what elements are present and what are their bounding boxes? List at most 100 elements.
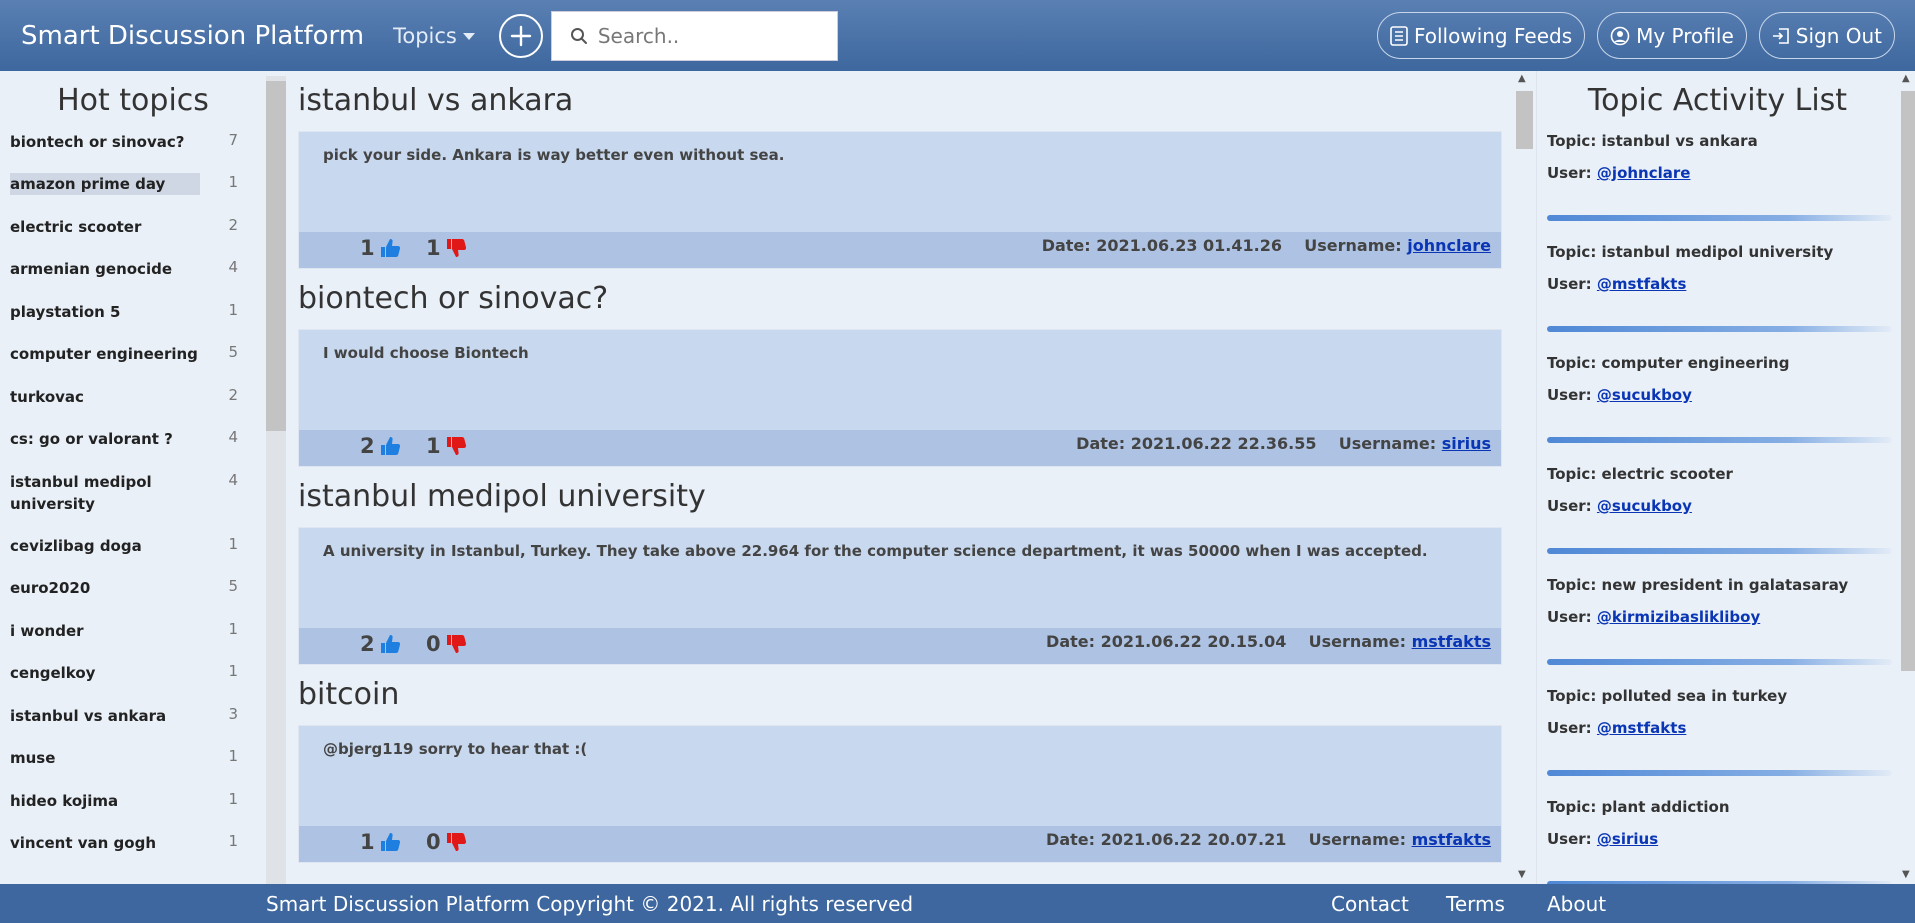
like-count: 1 — [360, 830, 375, 854]
activity-topic[interactable]: Topic: new president in galatasaray — [1547, 576, 1848, 594]
activity-user-link[interactable]: @sucukboy — [1597, 497, 1692, 515]
hot-topic-item[interactable]: playstation 5 1 — [10, 301, 238, 323]
hot-topic-item[interactable]: hideo kojima 1 — [10, 790, 238, 812]
hot-topic-count: 1 — [228, 747, 238, 765]
header-actions: Following Feeds My Profile Sign Out — [1376, 12, 1895, 59]
search-input[interactable] — [597, 23, 818, 48]
feed-scrollbar[interactable]: ▲ ▼ — [1513, 71, 1535, 884]
activity-topic[interactable]: Topic: istanbul vs ankara — [1547, 132, 1758, 150]
scroll-up-icon[interactable]: ▲ — [1902, 73, 1910, 84]
scrollbar-thumb[interactable] — [1901, 91, 1915, 671]
hot-topic-name: cevizlibag doga — [10, 537, 142, 555]
post-title[interactable]: bitcoin — [298, 677, 399, 712]
footer: Smart Discussion Platform Copyright © 20… — [0, 884, 1915, 923]
post-username-link[interactable]: johnclare — [1407, 236, 1491, 255]
activity-user-link[interactable]: @kirmizibaslikliboy — [1597, 608, 1760, 626]
post-card: A university in Istanbul, Turkey. They t… — [298, 527, 1502, 665]
activity-topic[interactable]: Topic: electric scooter — [1547, 465, 1733, 483]
brand-title[interactable]: Smart Discussion Platform — [21, 21, 364, 51]
activity-user-link[interactable]: @sucukboy — [1597, 386, 1692, 404]
hot-topic-name: electric scooter — [10, 218, 142, 236]
activity-topic[interactable]: Topic: plant addiction — [1547, 798, 1730, 816]
add-topic-button[interactable] — [498, 13, 543, 58]
hot-topic-item[interactable]: cevizlibag doga 1 — [10, 535, 238, 557]
post-date: Date: 2021.06.22 20.07.21 — [1046, 830, 1287, 849]
hot-topic-item[interactable]: turkovac 2 — [10, 386, 238, 408]
activity-topic[interactable]: Topic: polluted sea in turkey — [1547, 687, 1787, 705]
dislike-button[interactable]: 0 — [426, 632, 467, 656]
hot-topic-item[interactable]: istanbul vs ankara 3 — [10, 705, 238, 727]
sign-out-button[interactable]: Sign Out — [1758, 12, 1895, 59]
dislike-button[interactable]: 1 — [426, 236, 467, 260]
hot-topics-sidebar: Hot topics biontech or sinovac? 7 amazon … — [0, 71, 289, 884]
post-title[interactable]: biontech or sinovac? — [298, 281, 608, 316]
like-button[interactable]: 2 — [360, 434, 401, 458]
about-link[interactable]: About — [1547, 892, 1606, 916]
thumbs-down-icon — [446, 833, 466, 851]
post-card: @bjerg119 sorry to hear that :( 1 0 Date… — [298, 725, 1502, 863]
dislike-count: 1 — [426, 434, 441, 458]
dislike-button[interactable]: 1 — [426, 434, 467, 458]
hot-topic-item[interactable]: cengelkoy 1 — [10, 662, 238, 684]
sign-out-label: Sign Out — [1795, 23, 1882, 48]
hot-topic-item[interactable]: biontech or sinovac? 7 — [10, 131, 238, 153]
activity-user: User: @mstfakts — [1547, 275, 1686, 293]
post-meta: Date: 2021.06.23 01.41.26 Username: john… — [1042, 236, 1491, 255]
post-title[interactable]: istanbul vs ankara — [298, 83, 573, 118]
activity-user-link[interactable]: @mstfakts — [1597, 275, 1686, 293]
activity-sidebar: Topic Activity List Topic: istanbul vs a… — [1536, 71, 1915, 884]
topics-dropdown[interactable]: Topics — [393, 24, 475, 48]
activity-user: User: @johnclare — [1547, 164, 1690, 182]
hot-topic-item[interactable]: i wonder 1 — [10, 620, 238, 642]
hot-topic-item[interactable]: computer engineering 5 — [10, 343, 238, 365]
hot-topic-count: 2 — [228, 386, 238, 404]
scrollbar-thumb[interactable] — [1516, 91, 1533, 149]
post-username-link[interactable]: mstfakts — [1412, 632, 1491, 651]
contact-link[interactable]: Contact — [1331, 892, 1409, 916]
post-footer-bar: 1 0 Date: 2021.06.22 20.07.21 Username: … — [299, 826, 1501, 862]
activity-user-link[interactable]: @sirius — [1597, 830, 1658, 848]
activity-user-label: User: — [1547, 608, 1592, 626]
activity-user: User: @sucukboy — [1547, 386, 1692, 404]
scroll-down-icon[interactable]: ▼ — [1902, 869, 1910, 880]
like-count: 2 — [360, 632, 375, 656]
scroll-down-icon[interactable]: ▼ — [1518, 869, 1526, 880]
activity-scrollbar[interactable]: ▲ ▼ — [1898, 71, 1915, 884]
like-button[interactable]: 1 — [360, 830, 401, 854]
hot-topic-name: amazon prime day — [10, 173, 200, 195]
following-feeds-button[interactable]: Following Feeds — [1376, 12, 1586, 59]
scrollbar-thumb[interactable] — [266, 81, 286, 431]
activity-topic[interactable]: Topic: computer engineering — [1547, 354, 1789, 372]
hot-topic-item[interactable]: electric scooter 2 — [10, 216, 238, 238]
post-username-link[interactable]: mstfakts — [1412, 830, 1491, 849]
dislike-button[interactable]: 0 — [426, 830, 467, 854]
hot-topic-item[interactable]: amazon prime day 1 — [10, 173, 238, 195]
like-button[interactable]: 1 — [360, 236, 401, 260]
hot-topic-item[interactable]: euro2020 5 — [10, 577, 238, 599]
hot-topic-name: biontech or sinovac? — [10, 133, 185, 151]
post-card: pick your side. Ankara is way better eve… — [298, 131, 1502, 269]
post-title[interactable]: istanbul medipol university — [298, 479, 706, 514]
hot-topic-item[interactable]: istanbul medipol university 4 — [10, 471, 238, 515]
activity-user-link[interactable]: @mstfakts — [1597, 719, 1686, 737]
like-button[interactable]: 2 — [360, 632, 401, 656]
activity-user-label: User: — [1547, 275, 1592, 293]
hot-topics-scrollbar[interactable] — [266, 76, 286, 884]
my-profile-button[interactable]: My Profile — [1597, 12, 1747, 59]
hot-topic-name: cengelkoy — [10, 664, 96, 682]
terms-link[interactable]: Terms — [1446, 892, 1505, 916]
activity-topic[interactable]: Topic: istanbul medipol university — [1547, 243, 1833, 261]
hot-topic-count: 1 — [228, 535, 238, 553]
post-body: I would choose Biontech — [323, 344, 529, 362]
post-username-label: Username: — [1308, 632, 1406, 651]
hot-topic-item[interactable]: cs: go or valorant ? 4 — [10, 428, 238, 450]
hot-topic-item[interactable]: armenian genocide 4 — [10, 258, 238, 280]
post-username-link[interactable]: sirius — [1442, 434, 1491, 453]
activity-user-link[interactable]: @johnclare — [1597, 164, 1691, 182]
search-icon — [570, 27, 587, 44]
hot-topic-item[interactable]: vincent van gogh 1 — [10, 832, 238, 854]
hot-topic-name: euro2020 — [10, 579, 91, 597]
hot-topic-item[interactable]: muse 1 — [10, 747, 238, 769]
scroll-up-icon[interactable]: ▲ — [1518, 73, 1526, 84]
activity-user-label: User: — [1547, 719, 1592, 737]
